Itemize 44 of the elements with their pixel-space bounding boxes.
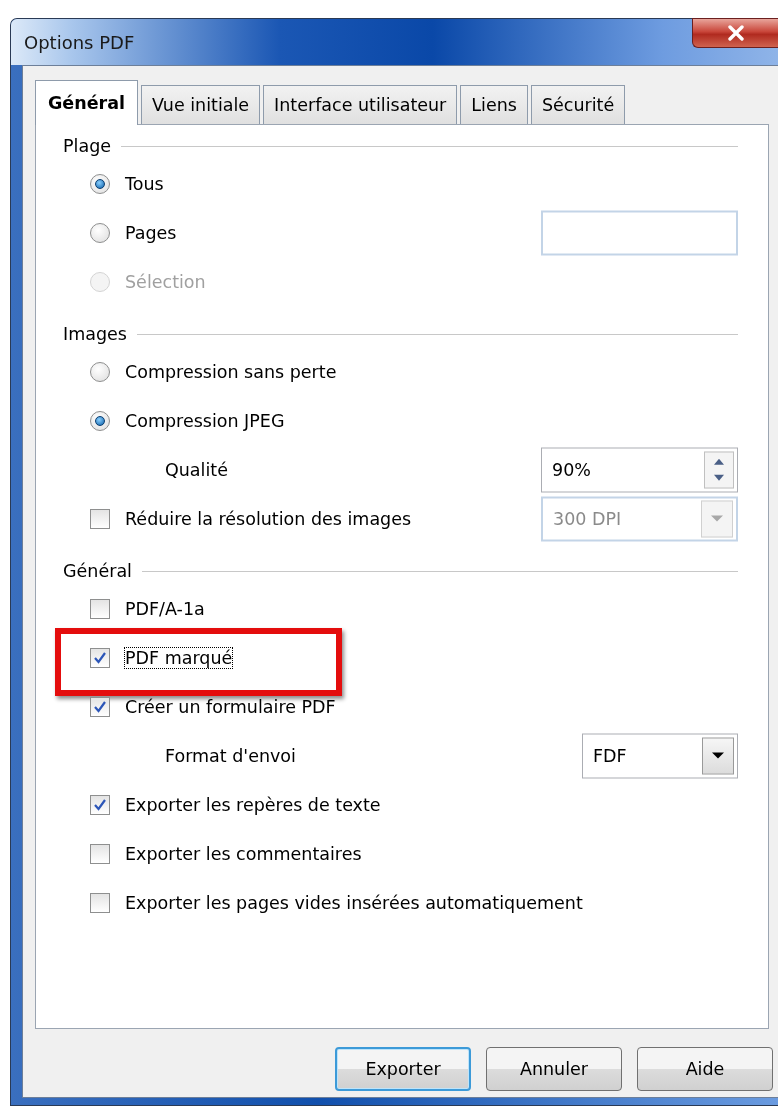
option-label: Exporter les pages vides insérées automatiquement xyxy=(125,892,583,913)
tab[interactable]: Liens xyxy=(460,85,528,124)
option-label: PDF marqué xyxy=(125,647,233,668)
option-label: PDF/A-1a xyxy=(125,598,205,619)
checkbox[interactable] xyxy=(90,794,110,815)
option-label: Qualité xyxy=(165,459,228,480)
section-heading: Images xyxy=(63,324,127,344)
option-label: Format d'envoi xyxy=(165,745,296,766)
radio-button[interactable] xyxy=(90,361,110,382)
option-label: Tous xyxy=(125,173,164,194)
option-label: Pages xyxy=(125,222,177,243)
tab[interactable]: Général xyxy=(35,80,138,125)
checkbox[interactable] xyxy=(90,508,110,529)
dialog-button[interactable]: Annuler xyxy=(486,1047,622,1091)
dropdown: 300 DPI xyxy=(541,496,738,541)
radio-button[interactable] xyxy=(90,173,110,194)
dropdown[interactable]: FDF xyxy=(582,733,738,778)
tab[interactable]: Vue initiale xyxy=(141,85,261,124)
text-field[interactable] xyxy=(541,210,738,255)
checkbox[interactable] xyxy=(90,843,110,864)
checkbox[interactable] xyxy=(90,696,110,717)
dialog-button[interactable]: Aide xyxy=(637,1047,773,1091)
dialog-button[interactable]: Exporter xyxy=(335,1047,471,1091)
radio-button[interactable] xyxy=(90,410,110,431)
option-label: Créer un formulaire PDF xyxy=(125,696,336,717)
option-label: Compression JPEG xyxy=(125,410,285,431)
checkbox[interactable] xyxy=(90,598,110,619)
option-label: Exporter les commentaires xyxy=(125,843,362,864)
section-heading: Plage xyxy=(63,136,111,156)
option-label: Réduire la résolution des images xyxy=(125,508,412,529)
option-label: Sélection xyxy=(125,271,206,292)
close-icon xyxy=(725,25,746,41)
checkbox[interactable] xyxy=(90,647,110,668)
tab[interactable]: Sécurité xyxy=(530,85,626,124)
tab[interactable]: Interface utilisateur xyxy=(263,85,458,124)
option-label: Compression sans perte xyxy=(125,361,337,382)
option-label: Exporter les repères de texte xyxy=(125,794,381,815)
close-button[interactable] xyxy=(692,18,778,48)
spin-field[interactable]: 90% xyxy=(541,447,738,492)
radio-button[interactable] xyxy=(90,222,110,243)
caret-icon[interactable] xyxy=(711,751,725,760)
window-title: Options PDF xyxy=(23,31,135,53)
checkbox[interactable] xyxy=(90,892,110,913)
section-heading: Général xyxy=(63,561,132,581)
